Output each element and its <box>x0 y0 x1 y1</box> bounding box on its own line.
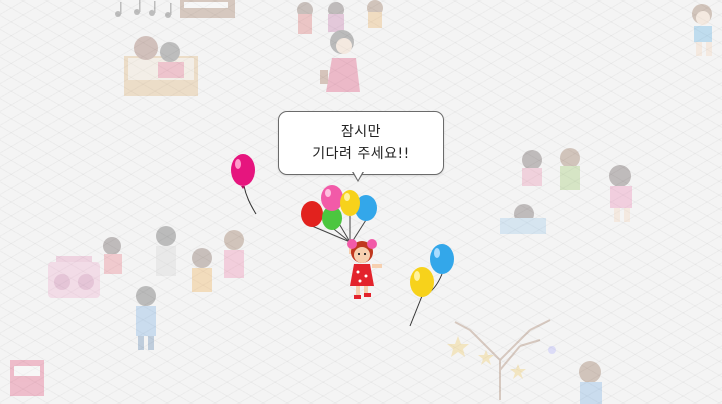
kids-group-right <box>500 148 632 234</box>
balloon-icon <box>231 154 257 215</box>
radio-icon-bottom-left <box>10 360 44 396</box>
loading-message-line2: 기다려 주세요!! <box>312 146 410 162</box>
music-notes-icon <box>115 0 172 18</box>
singer-figure <box>320 30 360 92</box>
person-figure-bottom-right <box>579 361 602 404</box>
bed-icon <box>124 36 198 96</box>
speech-bubble-tail <box>353 171 363 180</box>
people-group-top <box>297 0 383 34</box>
tree-icon <box>454 319 551 400</box>
loading-message-line1: 잠시만 <box>340 124 382 140</box>
loading-speech-bubble: 잠시만 기다려 주세요!! <box>278 111 444 175</box>
background-illustration <box>10 0 712 404</box>
people-group-left <box>103 226 244 350</box>
boombox-icon <box>48 256 100 298</box>
girl-with-balloons-icon <box>301 185 382 299</box>
girl-figure-top-right <box>692 4 712 56</box>
balloon-pair-icon <box>409 244 454 327</box>
piano-icon <box>180 0 235 18</box>
